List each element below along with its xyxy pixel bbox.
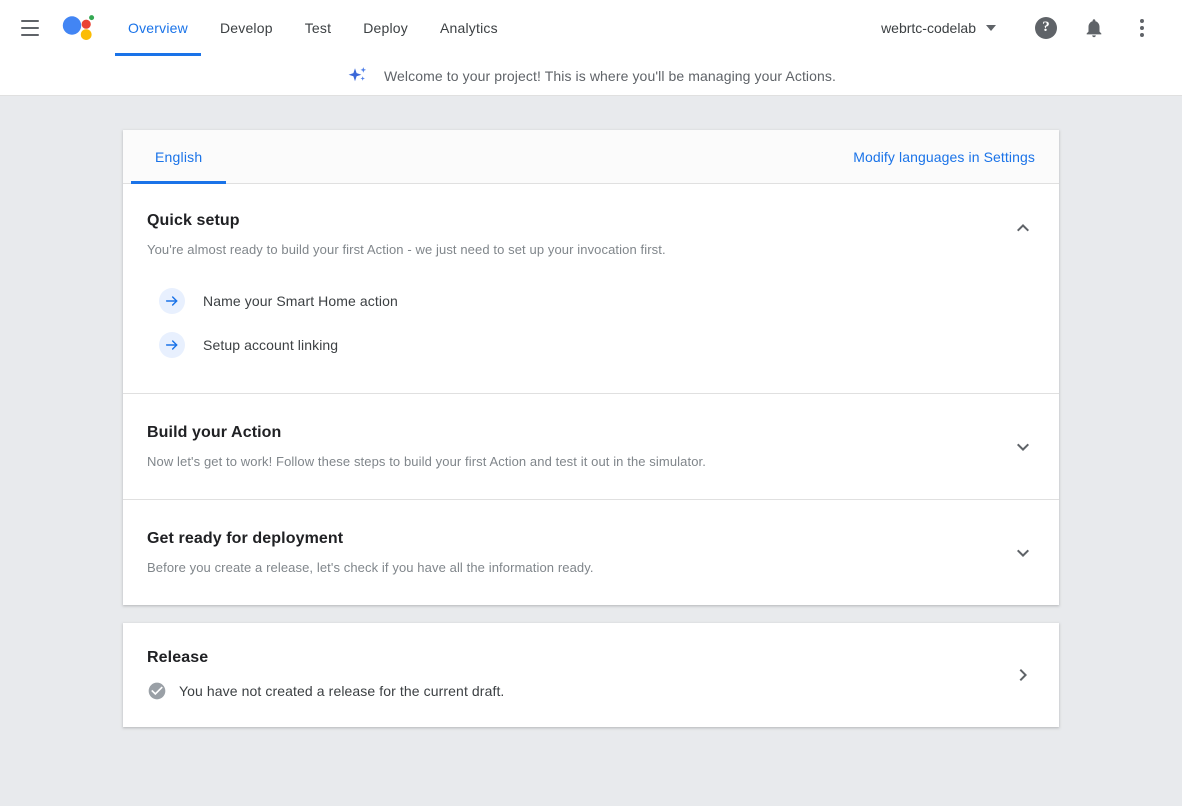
welcome-banner: Welcome to your project! This is where y… <box>0 56 1182 96</box>
release-card[interactable]: Release You have not created a release f… <box>123 623 1059 727</box>
arrow-right-glyph <box>164 293 180 309</box>
section-quick-setup: Quick setup You're almost ready to build… <box>123 184 1059 393</box>
more-options-icon <box>1140 19 1144 37</box>
section-description: Before you create a release, let's check… <box>147 560 1035 575</box>
section-description: You're almost ready to build your first … <box>147 242 1035 257</box>
project-selector[interactable]: webrtc-codelab <box>873 14 1000 42</box>
modify-languages-label: Modify languages in Settings <box>853 149 1035 165</box>
expand-toggle-get-ready-for-deployment[interactable] <box>1011 541 1035 565</box>
chevron-down-icon <box>1011 435 1035 459</box>
kebab-dot <box>1140 19 1144 23</box>
project-name-label: webrtc-codelab <box>881 20 976 36</box>
hamburger-line <box>21 20 39 22</box>
modify-languages-link[interactable]: Modify languages in Settings <box>853 149 1035 165</box>
release-navigate-button[interactable] <box>1011 663 1035 687</box>
setup-card: English Modify languages in Settings Qui… <box>123 130 1059 605</box>
release-title: Release <box>147 649 1035 667</box>
nav-tab-develop[interactable]: Develop <box>204 0 289 56</box>
nav-tab-label: Test <box>305 20 331 36</box>
top-app-bar: Overview Develop Test Deploy Analytics w… <box>0 0 1182 56</box>
hamburger-menu-icon[interactable] <box>12 10 48 46</box>
hamburger-line <box>21 34 39 36</box>
section-get-ready-for-deployment: Get ready for deployment Before you crea… <box>123 499 1059 605</box>
section-title: Quick setup <box>147 212 1035 230</box>
chevron-down-icon <box>986 25 996 31</box>
nav-tab-deploy[interactable]: Deploy <box>347 0 424 56</box>
nav-tab-label: Analytics <box>440 20 498 36</box>
section-description: Now let's get to work! Follow these step… <box>147 454 1035 469</box>
language-tab-label: English <box>155 149 202 165</box>
top-bar-actions: webrtc-codelab ? <box>873 4 1166 52</box>
nav-tab-test[interactable]: Test <box>289 0 347 56</box>
expand-toggle-build-your-action[interactable] <box>1011 435 1035 459</box>
section-build-your-action: Build your Action Now let's get to work!… <box>123 393 1059 499</box>
task-setup-account-linking[interactable]: Setup account linking <box>147 323 1035 367</box>
nav-tab-label: Develop <box>220 20 273 36</box>
chevron-right-icon <box>1011 663 1035 687</box>
arrow-right-icon <box>159 288 185 314</box>
notifications-button[interactable] <box>1070 4 1118 52</box>
task-label: Setup account linking <box>203 337 338 353</box>
notifications-bell-icon <box>1083 17 1105 39</box>
chevron-up-icon <box>1011 216 1035 240</box>
release-status-row: You have not created a release for the c… <box>147 681 1035 701</box>
section-title: Get ready for deployment <box>147 530 1035 548</box>
task-label: Name your Smart Home action <box>203 293 398 309</box>
section-title: Build your Action <box>147 424 1035 442</box>
kebab-dot <box>1140 26 1144 30</box>
kebab-dot <box>1140 33 1144 37</box>
chevron-down-icon <box>1011 541 1035 565</box>
google-assistant-logo[interactable] <box>58 10 98 46</box>
arrow-right-glyph <box>164 337 180 353</box>
help-icon: ? <box>1035 17 1057 39</box>
task-name-smart-home-action[interactable]: Name your Smart Home action <box>147 279 1035 323</box>
nav-tab-overview[interactable]: Overview <box>112 0 204 56</box>
language-tabstrip: English Modify languages in Settings <box>123 130 1059 184</box>
arrow-right-icon <box>159 332 185 358</box>
help-button[interactable]: ? <box>1022 4 1070 52</box>
collapse-toggle-quick-setup[interactable] <box>1011 216 1035 240</box>
quick-setup-task-list: Name your Smart Home action Setup accoun… <box>147 279 1035 367</box>
check-circle-icon <box>147 681 167 701</box>
language-tab-english[interactable]: English <box>131 130 226 184</box>
release-section: Release You have not created a release f… <box>123 623 1059 727</box>
nav-tab-label: Deploy <box>363 20 408 36</box>
sparkles-icon <box>346 64 370 88</box>
assistant-logo-svg <box>58 10 98 46</box>
welcome-banner-text: Welcome to your project! This is where y… <box>384 68 836 84</box>
release-status-text: You have not created a release for the c… <box>179 683 504 699</box>
hamburger-line <box>21 27 39 29</box>
primary-navigation: Overview Develop Test Deploy Analytics <box>112 0 514 56</box>
nav-tab-label: Overview <box>128 20 188 36</box>
more-options-button[interactable] <box>1118 4 1166 52</box>
nav-tab-analytics[interactable]: Analytics <box>424 0 514 56</box>
main-content: English Modify languages in Settings Qui… <box>0 130 1182 806</box>
